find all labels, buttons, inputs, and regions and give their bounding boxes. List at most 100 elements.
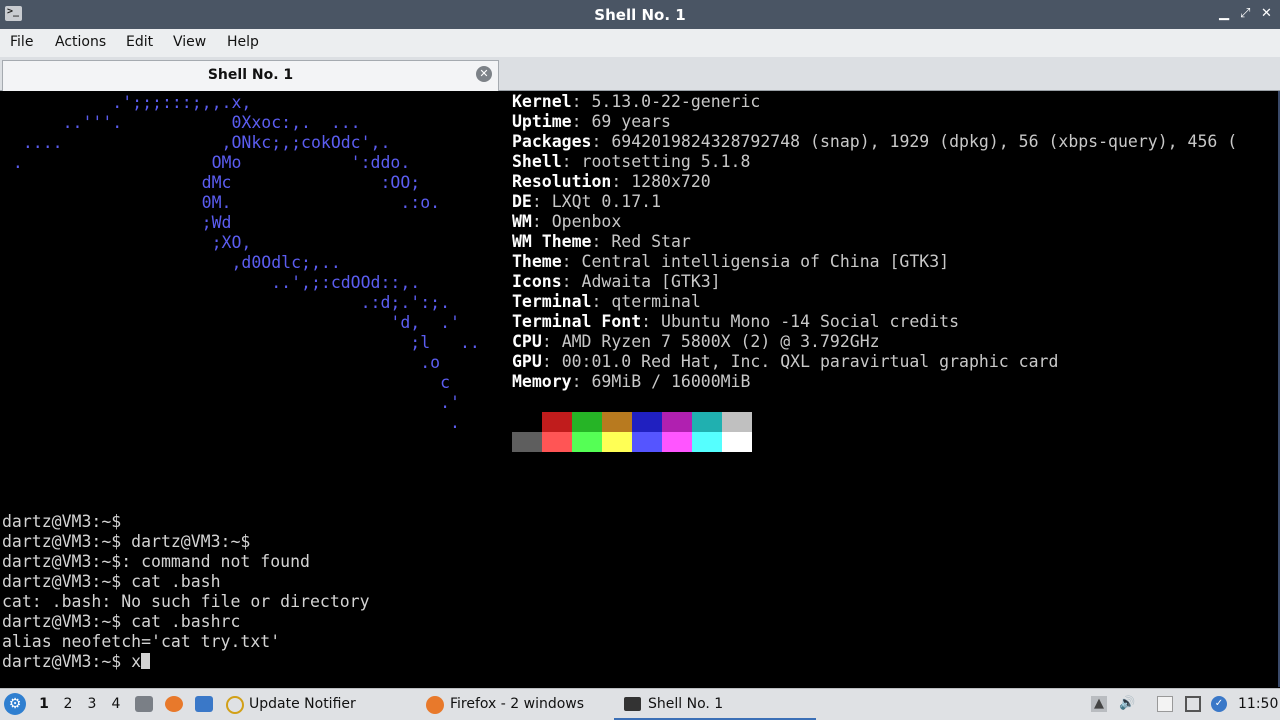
info-key: Memory xyxy=(512,372,572,391)
info-value: 69MiB / 16000MiB xyxy=(591,372,751,391)
window-title: Shell No. 1 xyxy=(594,6,686,24)
logo-line: ;XO, xyxy=(3,233,252,252)
menu-edit[interactable]: Edit xyxy=(126,34,153,50)
info-key: CPU xyxy=(512,332,542,351)
info-value: Adwaita [GTK3] xyxy=(581,272,721,291)
logo-line: ..',;:cdOOd::,. xyxy=(3,273,421,292)
logo-line: dMc :OO; xyxy=(3,173,421,192)
palette-swatch xyxy=(722,412,752,432)
logo-line: . OMo ':ddo. xyxy=(3,153,411,172)
logo-line: ,d0Odlc;,.. xyxy=(3,253,341,272)
terminal-line: cat: .bash: No such file or directory xyxy=(2,592,370,611)
info-key: Shell xyxy=(512,152,562,171)
clock[interactable]: 11:50 xyxy=(1238,689,1278,720)
info-value: AMD Ryzen 7 5800X (2) @ 3.792GHz xyxy=(561,332,880,351)
minimize-button[interactable]: ▁ xyxy=(1219,6,1229,22)
terminal-line: dartz@VM3:~$ dartz@VM3:~$ xyxy=(2,532,251,551)
firefox-launcher-icon[interactable] xyxy=(165,696,183,712)
terminal-line: dartz@VM3:~$ cat .bash xyxy=(2,572,221,591)
tab-close-icon[interactable]: ✕ xyxy=(476,66,492,82)
info-value: LXQt 0.17.1 xyxy=(551,192,662,211)
info-key: Kernel xyxy=(512,92,572,111)
menu-actions[interactable]: Actions xyxy=(55,34,106,50)
network-icon[interactable] xyxy=(1185,696,1201,712)
logo-line: .:d;.':;. xyxy=(3,293,451,312)
current-prompt[interactable]: dartz@VM3:~$ x xyxy=(2,652,141,671)
palette-swatch xyxy=(512,412,542,432)
palette-swatch xyxy=(542,412,572,432)
logo-line: ;Wd xyxy=(3,213,232,232)
info-value: 69 years xyxy=(591,112,671,131)
info-key: Resolution xyxy=(512,172,612,191)
system-info: Kernel: 5.13.0-22-generic Uptime: 69 yea… xyxy=(512,92,1238,391)
tab-bar: Shell No. 1 ✕ xyxy=(0,57,1280,91)
palette-swatch xyxy=(692,412,722,432)
info-value: 5.13.0-22-generic xyxy=(591,92,761,111)
update-notifier-icon xyxy=(226,696,244,714)
palette-swatch xyxy=(572,412,602,432)
logo-line: .' xyxy=(3,393,460,412)
info-key: DE xyxy=(512,192,532,211)
menubar: File Actions Edit View Help xyxy=(0,29,1280,57)
close-window-button[interactable]: ✕ xyxy=(1261,6,1272,22)
terminal-view[interactable]: .';;;:::;,,.x, ..'''. 0Xxoc:,. ... .... … xyxy=(0,91,1280,687)
desktop-3-button[interactable]: 3 xyxy=(82,689,102,720)
command-history: dartz@VM3:~$ dartz@VM3:~$ dartz@VM3:~$ d… xyxy=(2,512,370,672)
tab-label: Shell No. 1 xyxy=(207,67,294,83)
info-value: Central intelligensia of China [GTK3] xyxy=(581,252,950,271)
logo-line: .o xyxy=(3,353,441,372)
palette-swatch xyxy=(662,432,692,452)
terminal-line: alias neofetch='cat try.txt' xyxy=(2,632,281,651)
palette-swatch xyxy=(602,432,632,452)
info-value: rootsetting 5.1.8 xyxy=(581,152,751,171)
info-key: WM xyxy=(512,212,532,231)
palette-row-bright xyxy=(512,432,752,452)
file-manager-launcher-icon[interactable] xyxy=(195,696,213,712)
terminal-line: dartz@VM3:~$: command not found xyxy=(2,552,310,571)
info-value: Openbox xyxy=(551,212,622,231)
maximize-button[interactable]: ⤢ xyxy=(1240,6,1250,22)
task-shell-1[interactable]: Shell No. 1 xyxy=(614,689,816,720)
palette-swatch xyxy=(722,432,752,452)
info-value: Ubuntu Mono -14 Social credits xyxy=(661,312,960,331)
desktop-2-button[interactable]: 2 xyxy=(58,689,78,720)
desktop-4-button[interactable]: 4 xyxy=(106,689,126,720)
palette-swatch xyxy=(632,412,662,432)
taskbar: ⚙ 1 2 3 4 Update Notifier Firefox - 2 wi… xyxy=(0,688,1280,720)
palette-swatch xyxy=(602,412,632,432)
info-value: Red Star xyxy=(611,232,691,251)
task-update-notifier[interactable]: Update Notifier xyxy=(249,689,356,720)
menu-view[interactable]: View xyxy=(173,34,206,50)
info-value: 6942019824328792748 (snap), 1929 (dpkg),… xyxy=(611,132,1238,151)
info-key: GPU xyxy=(512,352,542,371)
desktop-1-button[interactable]: 1 xyxy=(34,689,54,720)
tray-arrow-icon[interactable]: ▲ xyxy=(1091,696,1107,712)
info-value: 00:01.0 Red Hat, Inc. QXL paravirtual gr… xyxy=(561,352,1059,371)
palette-swatch xyxy=(542,432,572,452)
logo-line: c xyxy=(3,373,451,392)
terminal-line: dartz@VM3:~$ cat .bashrc xyxy=(2,612,241,631)
logo-line: .';;;:::;,,.x, xyxy=(3,93,252,112)
window-titlebar[interactable]: >_ Shell No. 1 ▁ ⤢ ✕ xyxy=(0,0,1280,29)
menu-file[interactable]: File xyxy=(10,34,33,50)
volume-icon[interactable]: 🔊 xyxy=(1119,696,1135,712)
palette-swatch xyxy=(632,432,662,452)
menu-help[interactable]: Help xyxy=(227,34,259,50)
info-key: Terminal Font xyxy=(512,312,642,331)
start-menu-icon[interactable]: ⚙ xyxy=(4,693,26,715)
palette-swatch xyxy=(662,412,692,432)
info-key: Terminal xyxy=(512,292,592,311)
show-desktop-icon[interactable] xyxy=(135,696,153,712)
updates-tray-icon[interactable]: ✓ xyxy=(1211,696,1227,712)
palette-swatch xyxy=(572,432,602,452)
ascii-logo: .';;;:::;,,.x, ..'''. 0Xxoc:,. ... .... … xyxy=(3,93,480,433)
logo-line: 0M. .:o. xyxy=(3,193,441,212)
logo-line: . xyxy=(3,413,460,432)
palette-row-normal xyxy=(512,412,752,432)
tab-shell-1[interactable]: Shell No. 1 ✕ xyxy=(2,60,499,91)
info-key: Theme xyxy=(512,252,562,271)
text-cursor xyxy=(141,653,151,669)
logo-line: 'd, .' xyxy=(3,313,460,332)
task-firefox[interactable]: Firefox - 2 windows xyxy=(450,689,584,720)
clipboard-icon[interactable] xyxy=(1157,696,1173,712)
